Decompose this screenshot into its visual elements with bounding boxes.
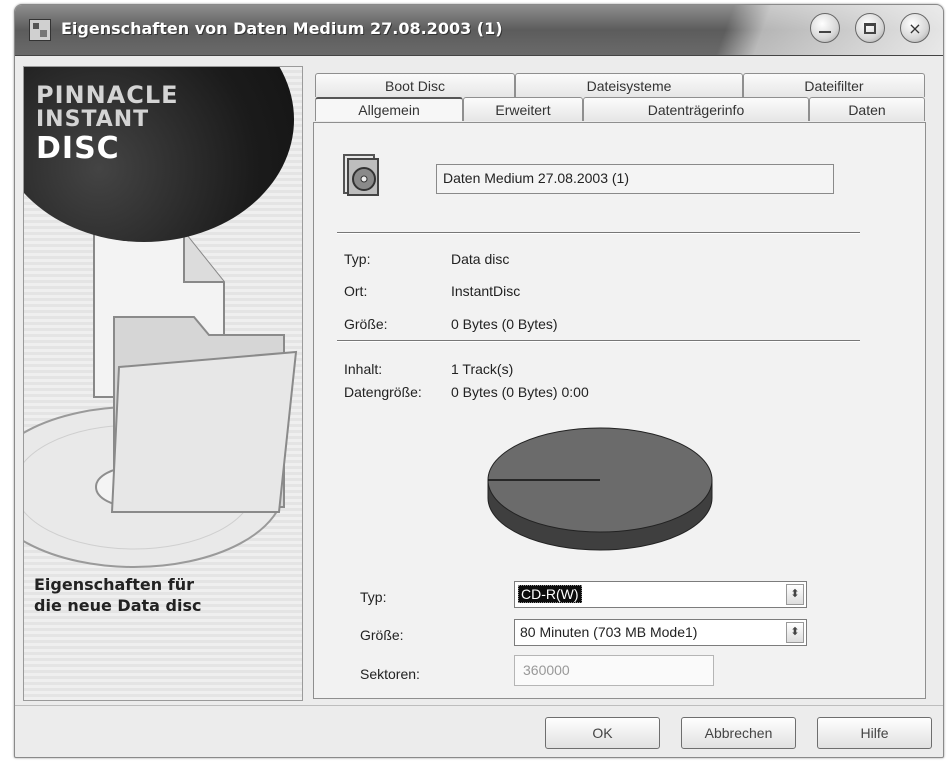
datasize-value: 0 Bytes (0 Bytes) 0:00 bbox=[451, 384, 589, 400]
spin-arrows-icon[interactable]: ⬍ bbox=[786, 622, 804, 643]
spin-arrows-icon[interactable]: ⬍ bbox=[786, 584, 804, 605]
wizard-banner: PINNACLE INSTANT DISC Eigenschaften für … bbox=[23, 66, 303, 701]
close-icon: × bbox=[908, 18, 922, 38]
media-size-select[interactable]: 80 Minuten (703 MB Mode1) ⬍ bbox=[514, 619, 807, 646]
location-label: Ort: bbox=[344, 283, 368, 299]
title-bar[interactable]: Eigenschaften von Daten Medium 27.08.200… bbox=[15, 5, 943, 56]
tab-erweitert[interactable]: Erweitert bbox=[463, 97, 583, 121]
tab-dateisysteme[interactable]: Dateisysteme bbox=[515, 73, 743, 97]
tab-dateifilter[interactable]: Dateifilter bbox=[743, 73, 925, 97]
tab-allgemein[interactable]: Allgemein bbox=[315, 97, 463, 121]
logo-pinnacle: PINNACLE bbox=[36, 81, 179, 109]
tab-boot-disc[interactable]: Boot Disc bbox=[315, 73, 515, 97]
sectors-field: 360000 bbox=[514, 655, 714, 686]
banner-caption-line-2: die neue Data disc bbox=[34, 596, 202, 615]
size-value: 0 Bytes (0 Bytes) bbox=[451, 316, 558, 332]
content-label: Inhalt: bbox=[344, 361, 383, 377]
maximize-button[interactable] bbox=[855, 13, 885, 43]
tab-datentraegerinfo[interactable]: Datenträgerinfo bbox=[583, 97, 809, 121]
window-title: Eigenschaften von Daten Medium 27.08.200… bbox=[61, 19, 503, 38]
disc-project-icon bbox=[343, 154, 379, 196]
ok-button[interactable]: OK bbox=[545, 717, 660, 749]
media-type-label: Typ: bbox=[360, 589, 387, 605]
location-value: InstantDisc bbox=[451, 283, 521, 299]
disc-usage-pie-chart bbox=[487, 427, 713, 551]
logo-disc: DISC bbox=[36, 131, 120, 166]
media-type-value: CD-R(W) bbox=[518, 585, 582, 603]
type-value: Data disc bbox=[451, 251, 510, 267]
media-size-label: Größe: bbox=[360, 627, 404, 643]
cancel-button[interactable]: Abbrechen bbox=[681, 717, 796, 749]
minimize-button[interactable] bbox=[810, 13, 840, 43]
media-type-select[interactable]: CD-R(W) ⬍ bbox=[514, 581, 807, 608]
type-label: Typ: bbox=[344, 251, 371, 267]
separator bbox=[337, 340, 860, 342]
media-size-value: 80 Minuten (703 MB Mode1) bbox=[520, 624, 698, 640]
content-value: 1 Track(s) bbox=[451, 361, 514, 377]
tab-panel-allgemein: Daten Medium 27.08.2003 (1) Typ: Data di… bbox=[313, 122, 926, 699]
datasize-label: Datengröße: bbox=[344, 384, 422, 400]
help-button[interactable]: Hilfe bbox=[817, 717, 932, 749]
properties-dialog: Eigenschaften von Daten Medium 27.08.200… bbox=[14, 4, 944, 758]
logo-instant: INSTANT bbox=[36, 107, 150, 132]
disc-name-field[interactable]: Daten Medium 27.08.2003 (1) bbox=[436, 164, 834, 194]
size-label: Größe: bbox=[344, 316, 388, 332]
separator bbox=[337, 232, 860, 234]
tab-daten[interactable]: Daten bbox=[809, 97, 925, 121]
sectors-label: Sektoren: bbox=[360, 666, 420, 682]
app-icon bbox=[29, 19, 51, 41]
close-button[interactable]: × bbox=[900, 13, 930, 43]
banner-caption-line-1: Eigenschaften für bbox=[34, 575, 194, 594]
footer-separator bbox=[15, 705, 943, 706]
maximize-icon bbox=[864, 22, 876, 34]
minimize-icon bbox=[819, 31, 831, 33]
